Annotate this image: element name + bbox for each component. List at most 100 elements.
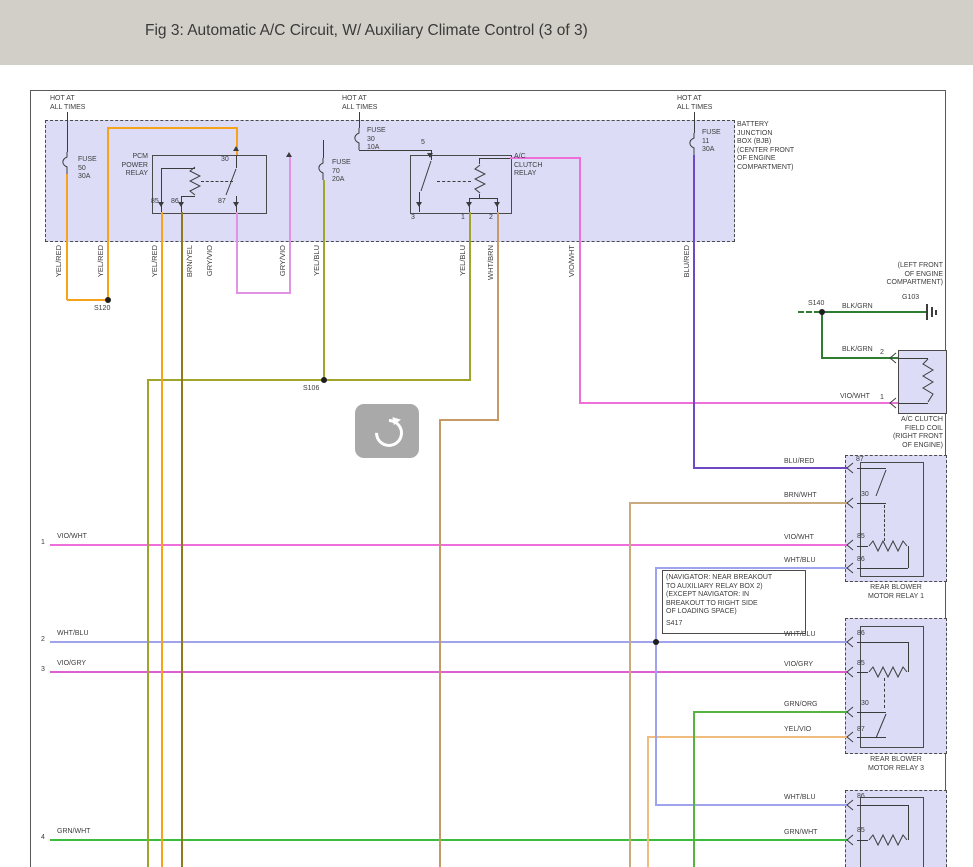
coil-pin1-chevron-icon bbox=[888, 396, 898, 410]
row3-wire-label: VIO/GRY bbox=[57, 660, 86, 669]
wire-label-whtbrn: WHT/BRN bbox=[486, 245, 495, 280]
wire-blkgrn-to-coil bbox=[821, 357, 898, 359]
relay2-86-line bbox=[857, 805, 908, 806]
wire-grnwht-row4 bbox=[50, 839, 847, 841]
relay3-pin86-chevron-icon bbox=[845, 635, 855, 649]
fuse-70-label: FUSE 70 20A bbox=[332, 159, 351, 185]
battery-junction-box bbox=[45, 120, 735, 242]
relay3-pin30-chevron-icon bbox=[845, 705, 855, 719]
splice-s120-dot bbox=[105, 297, 111, 303]
wire-whtblu-relay2-86 bbox=[655, 804, 847, 806]
pcm-relay-label: PCM POWER RELAY bbox=[112, 153, 148, 179]
wire-whtblu-row2 bbox=[50, 641, 847, 643]
splice-s417-label: S417 bbox=[666, 620, 682, 629]
row1-wire-label: VIO/WHT bbox=[57, 533, 87, 542]
wire-whtbrn-jog bbox=[439, 419, 499, 421]
wire-blkgrn-to-ground bbox=[821, 311, 926, 313]
hot-label-2: HOT AT ALL TIMES bbox=[342, 95, 377, 112]
ac-pin2-label: 2 bbox=[489, 214, 493, 223]
ac-pin5-label: 5 bbox=[421, 139, 425, 148]
pcm-pin30-stub bbox=[236, 155, 237, 168]
wire-yelblu-pin1-down bbox=[469, 212, 471, 381]
pcm-switch-blade-icon bbox=[225, 168, 237, 196]
bjb-label: BATTERY JUNCTION BOX (BJB) (CENTER FRONT… bbox=[737, 121, 794, 173]
wire-label-gryvio-1: GRY/VIO bbox=[205, 245, 214, 276]
relay3-pin87-chevron-icon bbox=[845, 730, 855, 744]
splice-s140-dot bbox=[819, 309, 825, 315]
pcm-pin30-arrow-icon bbox=[233, 146, 239, 151]
hot-label-1: HOT AT ALL TIMES bbox=[50, 95, 85, 112]
ac-armature-link bbox=[437, 181, 471, 182]
fuse-50-icon bbox=[61, 152, 73, 174]
wire-yelred-bus bbox=[107, 127, 238, 129]
ac-pin5-arrow-icon bbox=[427, 153, 433, 158]
relay1-85-line bbox=[857, 546, 868, 547]
wire-brnwht-to-relay1 bbox=[629, 502, 847, 504]
relay3-pin85-label: 85 bbox=[857, 660, 865, 669]
wire-viowht-drop bbox=[579, 157, 581, 404]
wire-label-grnwht-r2: GRN/WHT bbox=[784, 829, 817, 838]
title-bar: Fig 3: Automatic A/C Circuit, W/ Auxilia… bbox=[0, 0, 973, 65]
relay2-pin86-chevron-icon bbox=[845, 798, 855, 812]
wire-yelred-to-s120 bbox=[67, 299, 109, 301]
row1-number: 1 bbox=[41, 539, 45, 548]
wire-label-whtblu-r1: WHT/BLU bbox=[784, 557, 816, 566]
relay2-coil-icon bbox=[868, 834, 908, 846]
wire-label-yelred-1: YEL/RED bbox=[54, 245, 63, 277]
rear-blower-relay3-inner-box bbox=[860, 626, 924, 748]
splice-s106-label: S106 bbox=[303, 385, 319, 394]
wire-whtblu-s417-vertical bbox=[655, 567, 657, 806]
relay1-pin86-label: 86 bbox=[857, 556, 865, 565]
splice-s106-dot bbox=[321, 377, 327, 383]
wire-yelred-bus-drop bbox=[107, 127, 109, 300]
relay1-switch-blade-icon bbox=[875, 469, 887, 497]
wire-whtbrn-long-down bbox=[439, 419, 441, 867]
relay1-pin30-label: 30 bbox=[861, 491, 869, 500]
relay3-pin86-label: 86 bbox=[857, 630, 865, 639]
wire-blkgrn-s140-drop bbox=[821, 311, 823, 359]
wire-label-viowht-r1: VIO/WHT bbox=[784, 534, 814, 543]
wire-gryvio-loop bbox=[236, 292, 291, 294]
wire-label-whtblu-r3: WHT/BLU bbox=[784, 631, 816, 640]
wire-label-blured: BLU/RED bbox=[682, 245, 691, 278]
ac-pin3-arrow-icon bbox=[416, 202, 422, 207]
coil-pin1-line bbox=[898, 403, 928, 404]
relay1-pin87-chevron-icon bbox=[845, 461, 855, 475]
wire-viogry-row3 bbox=[50, 671, 847, 673]
coil-pin2-chevron-icon bbox=[888, 351, 898, 365]
relay1-pin30-chevron-icon bbox=[845, 496, 855, 510]
wire-brnwht-down bbox=[629, 502, 631, 867]
ac-coil-out-link bbox=[479, 158, 510, 159]
relay3-caption: REAR BLOWER MOTOR RELAY 3 bbox=[848, 756, 944, 773]
ac-pin1-label: 1 bbox=[461, 214, 465, 223]
relay3-85-line bbox=[857, 672, 868, 673]
wire-label-yelblu-2: YEL/BLU bbox=[458, 245, 467, 276]
hot-label-3: HOT AT ALL TIMES bbox=[677, 95, 712, 112]
relay2-pin85-chevron-icon bbox=[845, 833, 855, 847]
splice-s417-dot bbox=[653, 639, 659, 645]
rear-blower-relay2-inner-box bbox=[860, 797, 924, 867]
relay1-pin85-label: 85 bbox=[857, 533, 865, 542]
s417-note-text: (NAVIGATOR: NEAR BREAKOUT TO AUXILIARY R… bbox=[666, 574, 802, 617]
relay2-coil-return bbox=[908, 805, 909, 840]
fuse-11-icon bbox=[688, 133, 700, 155]
ac-pin2-arrow-icon bbox=[494, 202, 500, 207]
wire-blkgrn-dashed-stub bbox=[798, 311, 820, 313]
relay2-85-line bbox=[857, 840, 868, 841]
wire-whtblu-relay1-86 bbox=[655, 567, 847, 569]
wire-yelblu-fuse70-down bbox=[323, 180, 325, 381]
wire-gryvio-up-leg bbox=[289, 155, 291, 293]
wire-grnorg-to-relay3 bbox=[693, 711, 847, 713]
relay1-pin87-label: 87 bbox=[856, 456, 864, 465]
wire-yelblu-s106 bbox=[147, 379, 471, 381]
wire-label-yelred-2: YEL/RED bbox=[96, 245, 105, 277]
wire-yelvio-to-relay3 bbox=[647, 736, 847, 738]
ac-pin3-label: 3 bbox=[411, 214, 415, 223]
wire-blured-drop bbox=[693, 155, 695, 469]
ac-switch-blade-icon bbox=[420, 160, 432, 192]
pcm-pin30-label: 30 bbox=[221, 156, 229, 165]
relay2-pin86-label: 86 bbox=[857, 793, 865, 802]
pcm-pin87-label: 87 bbox=[218, 198, 226, 207]
wire-label-viogry-r3: VIO/GRY bbox=[784, 661, 813, 670]
relay1-coil-icon bbox=[868, 540, 908, 552]
